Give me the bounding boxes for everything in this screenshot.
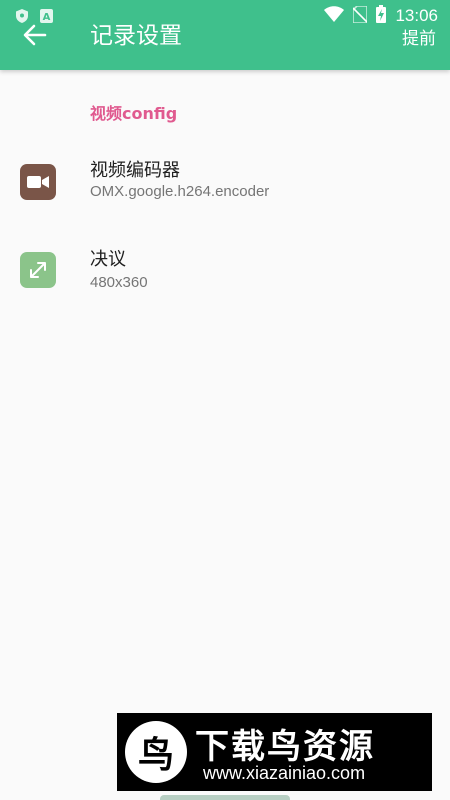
setting-summary: OMX.google.h264.encoder	[90, 183, 270, 200]
video-camera-icon	[20, 164, 56, 200]
advanced-button[interactable]: 提前	[402, 24, 436, 49]
wifi-icon	[324, 6, 345, 26]
battery-charging-icon	[376, 5, 387, 27]
watermark-text: 下载鸟资源	[195, 727, 375, 767]
back-button[interactable]	[20, 20, 50, 50]
page-title: 记录设置	[90, 23, 182, 49]
setting-video-encoder[interactable]: 视频编码器 OMX.google.h264.encoder	[0, 142, 450, 218]
setting-resolution[interactable]: 决议 480x360	[0, 232, 450, 308]
bottom-handle	[160, 795, 290, 800]
clock: 13:06	[395, 6, 438, 25]
expand-arrows-icon	[20, 252, 56, 288]
arrow-left-icon	[23, 24, 47, 46]
watermark-logo-glyph: 鸟	[137, 735, 174, 776]
app-bar: A 13:06 记录设置 提前	[0, 0, 450, 70]
setting-title: 视频编码器	[90, 160, 180, 181]
watermark-logo: 鸟	[125, 721, 187, 783]
status-bar: A 13:06	[0, 0, 450, 32]
watermark-url: www.xiazainiao.com	[203, 763, 366, 783]
no-sim-icon	[352, 4, 369, 27]
watermark-banner: 鸟 下载鸟资源 www.xiazainiao.com	[117, 713, 432, 791]
section-header-video-config: 视频config	[90, 104, 178, 123]
setting-summary: 480x360	[90, 274, 148, 291]
setting-title: 决议	[90, 249, 126, 270]
